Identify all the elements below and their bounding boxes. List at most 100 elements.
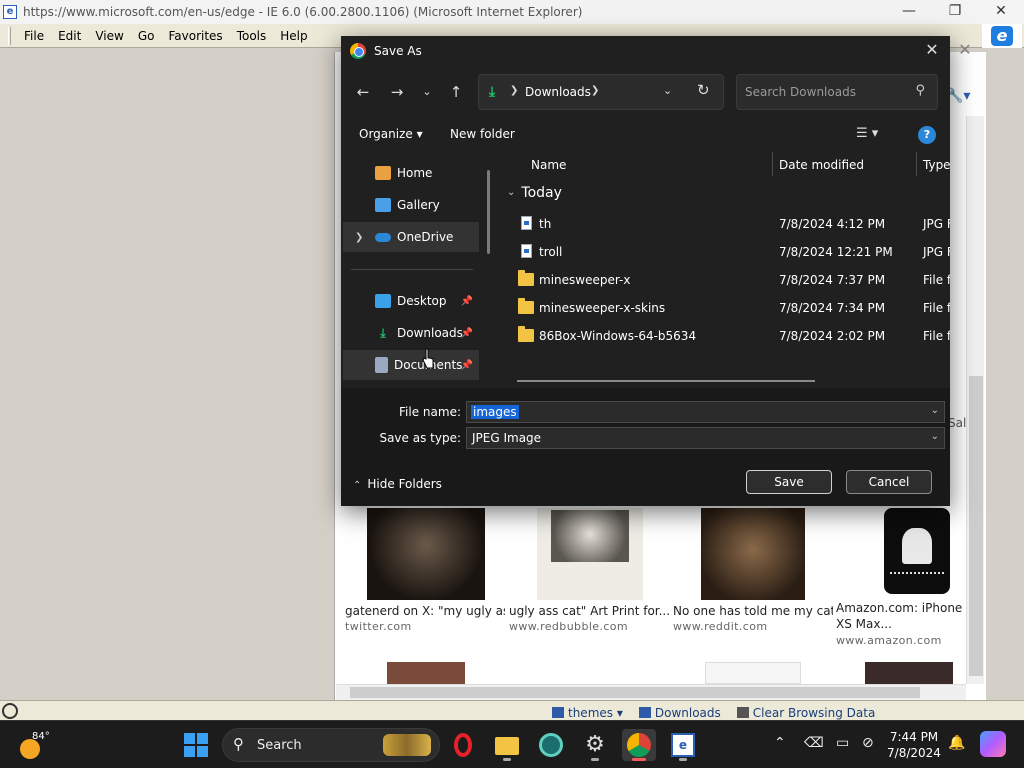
- file-row[interactable]: minesweeper-x 7/8/2024 7:37 PM File fo: [503, 266, 950, 294]
- save-as-type-select[interactable]: JPEG Image ⌄: [466, 427, 945, 449]
- expand-chevron-icon[interactable]: ❯: [355, 232, 363, 243]
- forward-arrow-icon[interactable]: →: [387, 82, 407, 102]
- refresh-icon[interactable]: ↻: [697, 81, 710, 99]
- column-header-date-modified[interactable]: Date modified: [779, 152, 864, 178]
- chevron-down-icon[interactable]: ⌄: [931, 405, 939, 416]
- start-button[interactable]: [184, 733, 208, 757]
- breadcrumb-separator-icon[interactable]: ❯: [510, 85, 518, 96]
- result-image[interactable]: [387, 662, 465, 684]
- result-card[interactable]: No one has told me my cat... www.reddit.…: [673, 508, 833, 633]
- menu-view[interactable]: View: [88, 29, 130, 43]
- notification-bell-icon[interactable]: 🔔: [948, 735, 965, 751]
- nav-pane-scrollbar[interactable]: [487, 170, 490, 254]
- menu-help[interactable]: Help: [273, 29, 314, 43]
- close-button[interactable]: ✕: [978, 0, 1024, 24]
- taskbar-file-explorer[interactable]: [490, 729, 524, 761]
- view-options-button[interactable]: ☰ ▾: [856, 126, 896, 144]
- scrollbar-thumb[interactable]: [350, 687, 920, 698]
- result-image[interactable]: [367, 508, 485, 600]
- address-dropdown-chevron-icon[interactable]: ⌄: [663, 84, 672, 97]
- new-folder-button[interactable]: New folder: [450, 127, 515, 141]
- result-card[interactable]: gatenerd on X: "my ugly ass... twitter.c…: [345, 508, 505, 633]
- recent-locations-chevron-icon[interactable]: ⌄: [417, 82, 437, 102]
- dialog-close-button[interactable]: ✕: [922, 40, 942, 60]
- save-button[interactable]: Save: [746, 470, 832, 494]
- chevron-down-icon[interactable]: ⌄: [931, 431, 939, 442]
- file-row[interactable]: th 7/8/2024 4:12 PM JPG F: [503, 210, 950, 238]
- result-image[interactable]: [701, 508, 805, 600]
- cancel-button[interactable]: Cancel: [846, 470, 932, 494]
- taskbar-search[interactable]: ⚲ Search: [222, 728, 440, 762]
- nav-item-onedrive[interactable]: ❯ OneDrive: [343, 222, 479, 252]
- toolbar-grip[interactable]: [8, 26, 11, 45]
- up-arrow-icon[interactable]: ↑: [446, 82, 466, 102]
- clear-browsing-data-button[interactable]: Clear Browsing Data: [736, 706, 875, 720]
- result-image[interactable]: [537, 508, 643, 600]
- show-hidden-icons-chevron-icon[interactable]: ⌃: [774, 735, 786, 751]
- column-divider[interactable]: [772, 152, 773, 176]
- page-vertical-scrollbar[interactable]: [966, 116, 984, 684]
- column-header-name[interactable]: Name: [531, 152, 566, 178]
- result-title[interactable]: No one has told me my cat...: [673, 604, 833, 618]
- search-input[interactable]: [745, 83, 905, 101]
- minimize-button[interactable]: —: [886, 0, 932, 24]
- nav-item-home[interactable]: Home: [343, 158, 479, 188]
- taskbar-search-label: Search: [257, 738, 302, 753]
- nav-item-downloads[interactable]: ⤓ Downloads 📌: [343, 318, 479, 348]
- file-list-horizontal-scrollbar[interactable]: [517, 380, 815, 382]
- ie-logo-icon: e: [991, 26, 1013, 46]
- result-card[interactable]: ugly ass cat" Art Print for... www.redbu…: [509, 508, 669, 633]
- taskbar-chrome[interactable]: [622, 729, 656, 761]
- help-icon[interactable]: ?: [918, 126, 936, 144]
- system-clock[interactable]: 7:44 PM 7/8/2024: [884, 729, 944, 761]
- group-header-today[interactable]: ⌄ Today: [507, 185, 562, 201]
- file-name-input[interactable]: images: [471, 405, 519, 419]
- weather-widget[interactable]: 84°: [14, 731, 50, 759]
- result-title[interactable]: ugly ass cat" Art Print for...: [509, 604, 669, 618]
- scrollbar-thumb[interactable]: [969, 376, 983, 676]
- file-row[interactable]: 86Box-Windows-64-b5634 7/8/2024 2:02 PM …: [503, 322, 950, 350]
- dialog-title-bar[interactable]: Save As ✕: [341, 36, 950, 66]
- taskbar-app[interactable]: [534, 729, 568, 761]
- menu-file[interactable]: File: [17, 29, 51, 43]
- file-row[interactable]: troll 7/8/2024 12:21 PM JPG F: [503, 238, 950, 266]
- result-title[interactable]: gatenerd on X: "my ugly ass...: [345, 604, 505, 618]
- result-image[interactable]: [705, 662, 801, 684]
- menu-tools[interactable]: Tools: [230, 29, 274, 43]
- nav-item-documents[interactable]: Documents 📌: [343, 350, 479, 380]
- taskbar-internet-explorer[interactable]: e: [666, 729, 700, 761]
- copilot-icon[interactable]: [980, 731, 1006, 757]
- maximize-button[interactable]: ❐: [932, 0, 978, 24]
- menu-favorites[interactable]: Favorites: [161, 29, 229, 43]
- file-row[interactable]: minesweeper-x-skins 7/8/2024 7:34 PM Fil…: [503, 294, 950, 322]
- display-icon[interactable]: ▭: [836, 735, 849, 751]
- file-name-field[interactable]: images ⌄: [466, 401, 945, 423]
- column-header-type[interactable]: Type: [923, 152, 950, 178]
- network-icon[interactable]: ⌫: [804, 735, 824, 751]
- search-box[interactable]: ⚲: [736, 74, 938, 110]
- result-title[interactable]: Amazon.com: iPhone XS Max...: [836, 600, 966, 632]
- breadcrumb-downloads[interactable]: Downloads: [525, 85, 591, 99]
- result-image[interactable]: [865, 662, 953, 684]
- breadcrumb-separator-icon[interactable]: ❯: [591, 85, 599, 96]
- wrench-icon[interactable]: 🔧▾: [946, 88, 986, 108]
- nav-item-gallery[interactable]: Gallery: [343, 190, 479, 220]
- back-arrow-icon[interactable]: ←: [353, 82, 373, 102]
- menu-go[interactable]: Go: [131, 29, 162, 43]
- taskbar-settings[interactable]: ⚙: [578, 729, 612, 761]
- address-bar[interactable]: ⤓ ❯ Downloads ❯ ⌄ ↻: [478, 74, 724, 110]
- organize-button[interactable]: Organize ▾: [359, 127, 423, 141]
- hide-folders-button[interactable]: ⌃ Hide Folders: [353, 477, 442, 491]
- column-divider[interactable]: [916, 152, 917, 176]
- result-image[interactable]: [884, 508, 950, 594]
- volume-muted-icon[interactable]: ⊘: [862, 735, 874, 751]
- page-horizontal-scrollbar[interactable]: [336, 684, 966, 700]
- taskbar-opera[interactable]: [446, 729, 480, 761]
- nav-item-desktop[interactable]: Desktop 📌: [343, 286, 479, 316]
- themes-button[interactable]: themes ▾: [552, 706, 623, 720]
- result-card[interactable]: Amazon.com: iPhone XS Max... www.amazon.…: [836, 508, 966, 647]
- menu-edit[interactable]: Edit: [51, 29, 88, 43]
- downloads-button[interactable]: Downloads: [638, 706, 721, 720]
- navigation-pane: Home Gallery ❯ OneDrive Desktop 📌 ⤓ Down…: [343, 152, 490, 388]
- page-close-icon[interactable]: ✕: [950, 40, 980, 60]
